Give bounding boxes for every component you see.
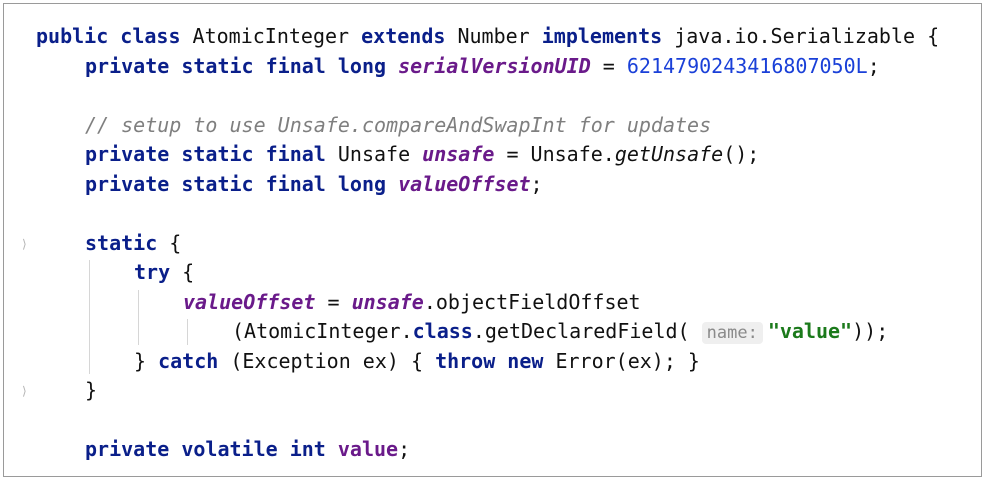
code-token: ; xyxy=(867,53,880,78)
code-line[interactable] xyxy=(36,199,939,229)
fold-marker-icon[interactable]: ⟩ xyxy=(22,237,27,251)
code-token: valueOffset xyxy=(183,289,316,314)
code-token: "value" xyxy=(767,319,853,343)
code-token: try xyxy=(134,260,171,284)
code-line[interactable]: private static final Unsafe unsafe = Uns… xyxy=(36,140,939,170)
code-line[interactable]: public class AtomicInteger extends Numbe… xyxy=(36,22,939,52)
code-token: ; xyxy=(530,171,543,196)
code-token: implements xyxy=(541,24,663,48)
code-token: = xyxy=(315,289,352,314)
code-line[interactable]: private static final long serialVersionU… xyxy=(36,52,939,82)
code-line[interactable]: static { xyxy=(36,229,939,259)
code-line[interactable]: // setup to use Unsafe.compareAndSwapInt… xyxy=(36,111,939,141)
code-token: Error(ex); } xyxy=(543,348,700,373)
code-token: .objectFieldOffset xyxy=(423,289,641,314)
code-token: )); xyxy=(852,319,889,343)
code-token: = xyxy=(590,53,627,78)
indent-guide xyxy=(187,319,188,345)
code-token: class xyxy=(412,319,473,343)
code-token: .getDeclaredField( xyxy=(472,319,702,343)
code-block[interactable]: public class AtomicInteger extends Numbe… xyxy=(36,22,939,465)
code-token: } xyxy=(134,348,159,373)
code-line[interactable] xyxy=(36,406,939,436)
code-token: unsafe xyxy=(351,289,424,314)
code-token: (Exception ex) { xyxy=(218,348,436,373)
code-line[interactable]: valueOffset = unsafe.objectFieldOffset xyxy=(36,288,939,318)
code-token: } xyxy=(85,378,98,402)
indent-guide xyxy=(89,260,90,374)
code-token: catch xyxy=(158,348,219,373)
code-line[interactable]: private volatile int value; xyxy=(36,435,939,465)
code-token: getUnsafe xyxy=(614,142,724,166)
code-token: Unsafe xyxy=(325,142,423,166)
code-token: private volatile int xyxy=(85,437,326,461)
code-line[interactable]: try { xyxy=(36,258,939,288)
code-token: { xyxy=(170,260,195,284)
code-token: 6214790243416807050L xyxy=(626,53,868,78)
code-token: unsafe xyxy=(422,142,495,166)
code-token: // setup to use Unsafe.compareAndSwapInt… xyxy=(85,112,712,137)
code-token: java.io.Serializable { xyxy=(662,24,940,48)
code-line[interactable]: } xyxy=(36,376,939,406)
code-token: (); xyxy=(723,142,760,166)
code-token: private static final long xyxy=(85,171,387,196)
code-line[interactable] xyxy=(36,81,939,111)
indent-guide xyxy=(138,289,139,345)
code-editor-panel[interactable]: public class AtomicInteger extends Numbe… xyxy=(3,3,982,477)
code-token: = Unsafe. xyxy=(494,142,615,166)
code-token: valueOffset xyxy=(398,171,531,196)
parameter-hint: name: xyxy=(701,322,763,344)
code-token: Number xyxy=(445,24,542,48)
code-token: serialVersionUID xyxy=(398,53,591,78)
fold-marker-icon[interactable]: ⟩ xyxy=(22,384,27,398)
code-token: value xyxy=(337,437,399,461)
code-token: private static final xyxy=(85,142,326,166)
code-token: static xyxy=(85,230,158,255)
code-line[interactable]: (AtomicInteger.class.getDeclaredField( n… xyxy=(36,317,939,347)
code-token: { xyxy=(157,230,182,255)
code-token: ; xyxy=(398,437,411,461)
code-token: extends xyxy=(361,24,446,48)
code-token: (AtomicInteger. xyxy=(232,319,413,343)
code-token: AtomicInteger xyxy=(180,24,362,48)
code-token: private static final long xyxy=(85,53,387,78)
code-token: throw new xyxy=(435,348,544,373)
code-line[interactable]: } catch (Exception ex) { throw new Error… xyxy=(36,347,939,377)
code-line[interactable]: private static final long valueOffset; xyxy=(36,170,939,200)
code-token: public class xyxy=(36,24,181,48)
